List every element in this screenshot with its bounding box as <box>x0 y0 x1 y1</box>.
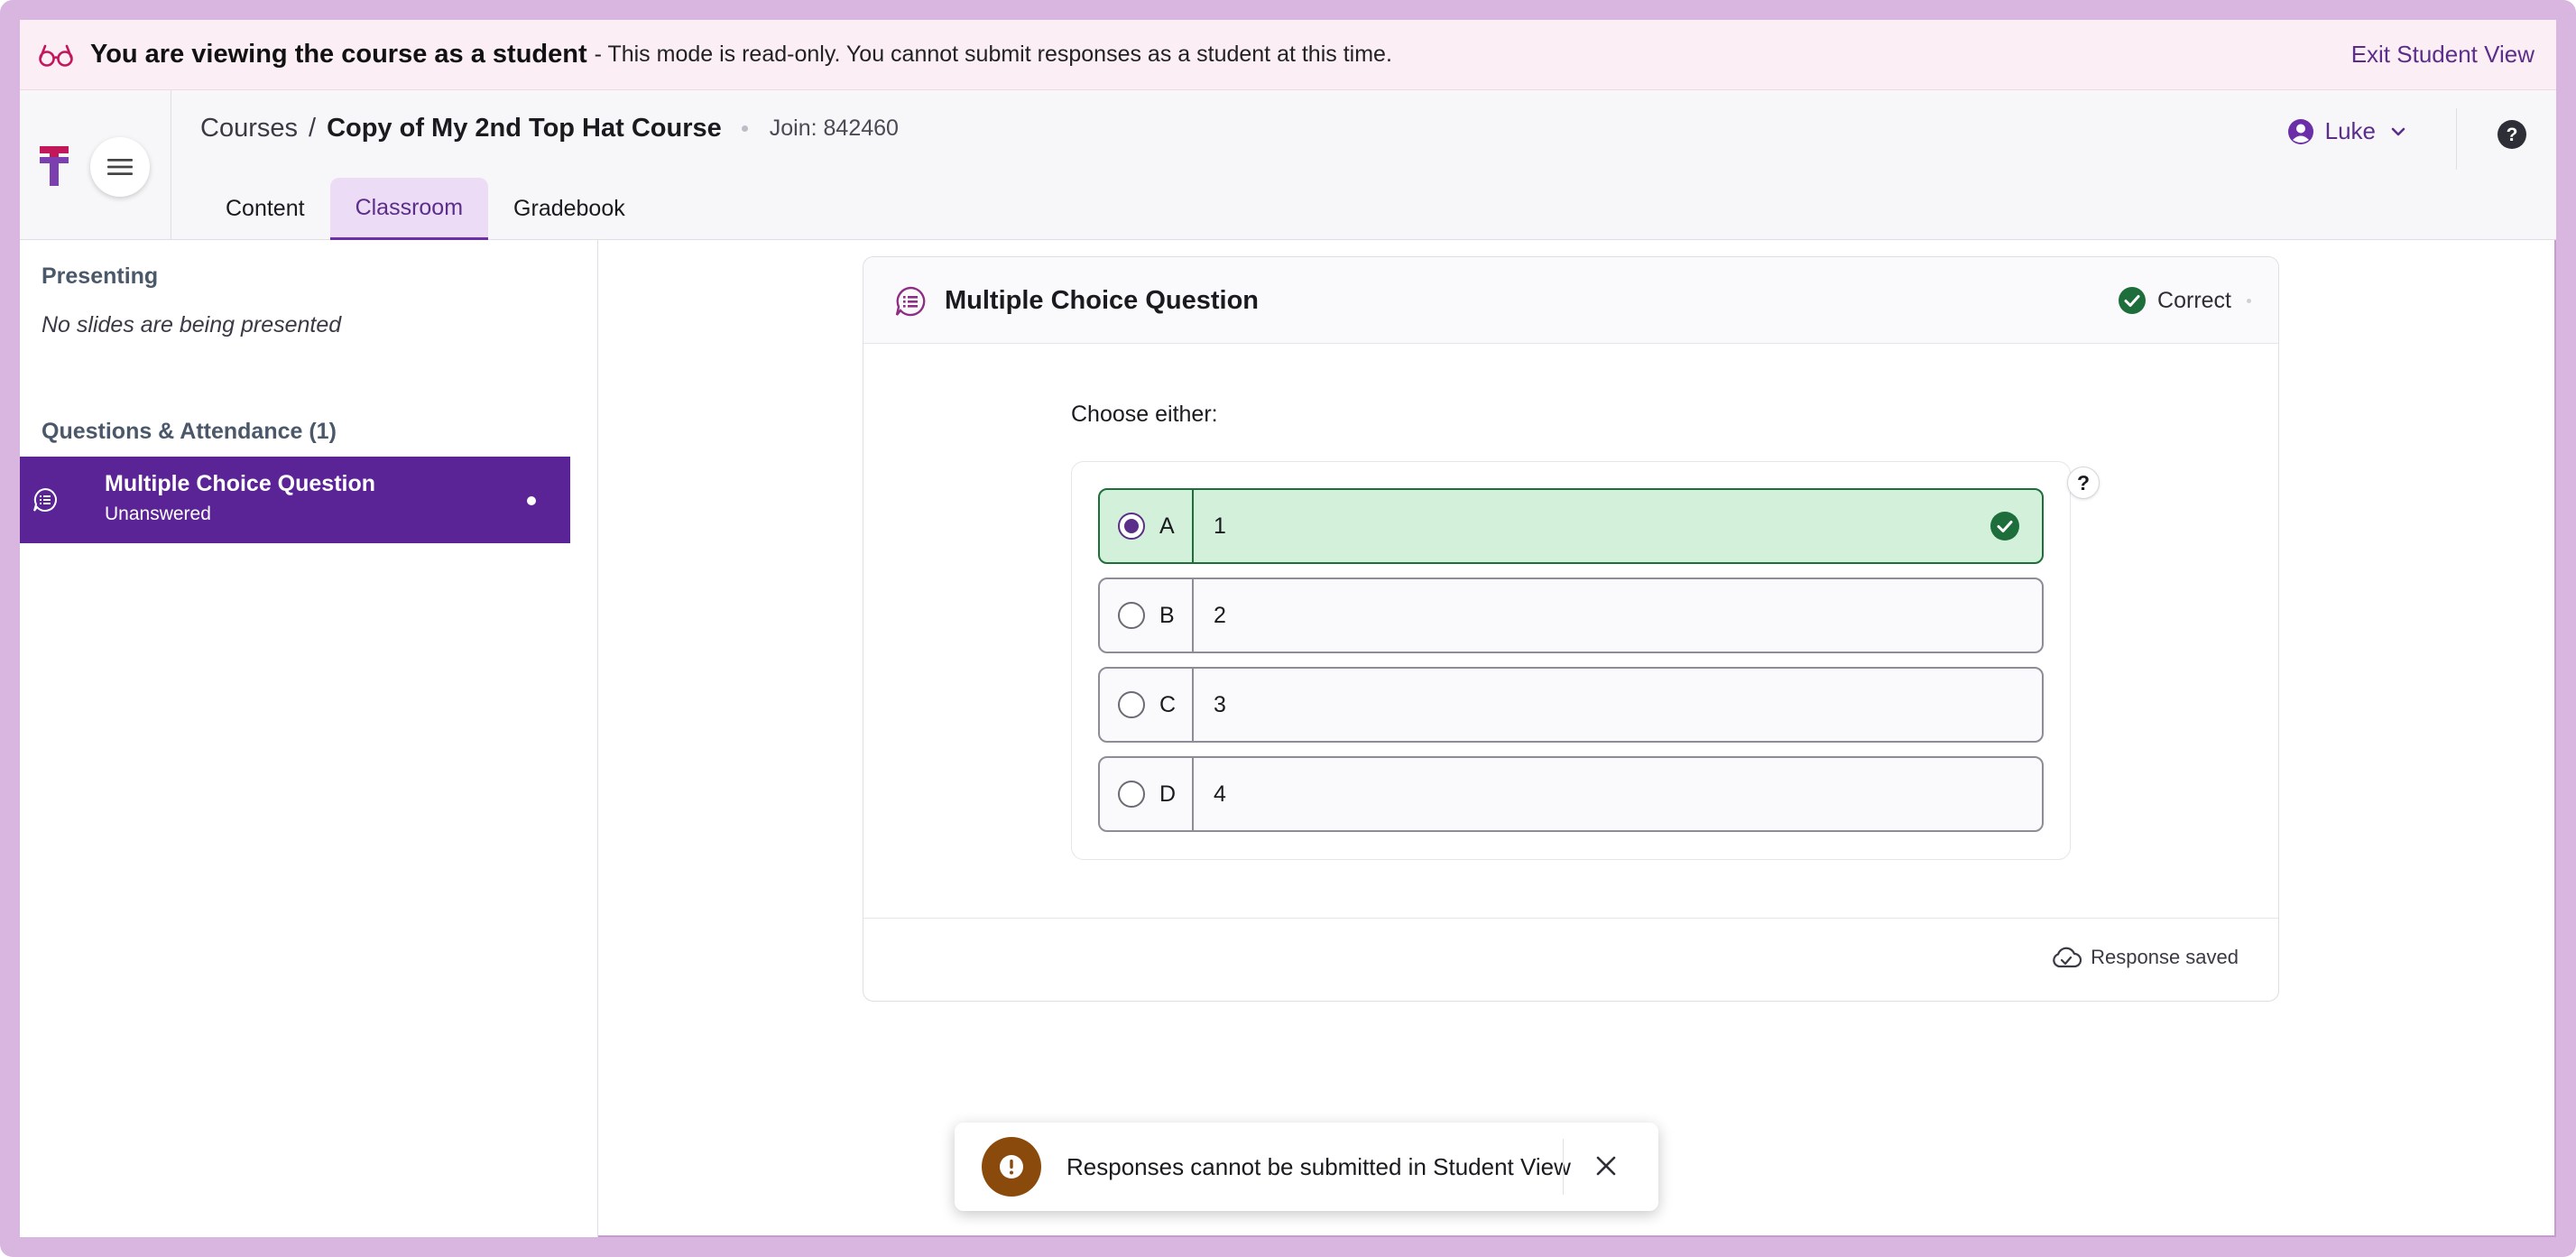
svg-text:?: ? <box>2507 125 2518 145</box>
radio-unselected[interactable] <box>1118 691 1145 718</box>
user-avatar-icon <box>2287 118 2313 144</box>
classroom-sidebar: Presenting No slides are being presented… <box>20 240 598 1237</box>
close-icon <box>1596 1156 1616 1176</box>
radio-unselected[interactable] <box>1118 781 1145 808</box>
answer-letter: A <box>1159 513 1175 539</box>
breadcrumb-separator: / <box>309 114 317 143</box>
presenting-heading: Presenting <box>42 263 159 289</box>
answer-option-lead: C <box>1100 669 1194 741</box>
answer-option-c[interactable]: C 3 <box>1098 667 2044 743</box>
tab-content-label: Content <box>226 196 305 221</box>
tab-classroom-label: Classroom <box>355 194 464 220</box>
course-header: Courses / Copy of My 2nd Top Hat Course … <box>20 90 2556 240</box>
sidebar-item-title: Multiple Choice Question <box>105 471 376 496</box>
answer-letter: D <box>1159 781 1177 807</box>
exclamation-icon <box>1000 1155 1023 1178</box>
unanswered-dot <box>527 496 536 505</box>
warning-icon <box>982 1137 1041 1197</box>
question-prompt: Choose either: <box>1071 402 1218 427</box>
breadcrumb-dot <box>741 125 748 132</box>
logo-column <box>20 90 171 240</box>
radio-selected[interactable] <box>1118 513 1145 540</box>
question-card: Multiple Choice Question Correct Choose … <box>863 256 2279 1002</box>
toast-message: Responses cannot be submitted in Student… <box>1066 1152 1571 1180</box>
main-menu-button[interactable] <box>90 137 150 197</box>
result-status: Correct <box>2118 286 2231 315</box>
course-tabs: Content Classroom Gradebook <box>200 178 651 240</box>
question-help-button[interactable]: ? <box>2067 467 2100 499</box>
breadcrumb-courses-link[interactable]: Courses <box>200 114 298 143</box>
tab-content[interactable]: Content <box>200 178 330 240</box>
question-card-header: Multiple Choice Question Correct <box>863 257 2278 344</box>
tab-classroom[interactable]: Classroom <box>329 178 489 240</box>
radio-unselected[interactable] <box>1118 602 1145 629</box>
answer-option-lead: A <box>1100 490 1194 562</box>
answer-option-d[interactable]: D 4 <box>1098 756 2044 832</box>
banner-description: - This mode is read-only. You cannot sub… <box>594 42 1392 67</box>
user-name: Luke <box>2324 117 2376 144</box>
answer-letter: B <box>1159 602 1175 628</box>
sidebar-item-status: Unanswered <box>105 504 211 524</box>
answer-option-lead: D <box>1100 758 1194 830</box>
help-icon[interactable]: ? <box>2497 119 2527 150</box>
answer-value: 2 <box>1214 602 1226 628</box>
banner-title: You are viewing the course as a student <box>90 40 587 69</box>
student-view-banner: You are viewing the course as a student … <box>20 20 2556 90</box>
toast-divider <box>1563 1139 1564 1195</box>
question-card-footer: Response saved <box>863 918 2278 1001</box>
join-code: Join: 842460 <box>769 116 899 141</box>
question-bubble-icon <box>33 487 57 512</box>
sidebar-item-multiple-choice-question[interactable]: Multiple Choice Question Unanswered <box>20 457 570 543</box>
question-type-title: Multiple Choice Question <box>945 286 1260 315</box>
check-circle-icon <box>2119 287 2147 314</box>
course-title: Copy of My 2nd Top Hat Course <box>327 114 722 143</box>
hamburger-icon <box>107 159 133 175</box>
answer-letter: C <box>1159 691 1177 717</box>
answer-value: 4 <box>1214 781 1226 807</box>
response-saved-label: Response saved <box>2091 946 2239 968</box>
chevron-down-icon <box>2391 127 2405 135</box>
presenting-empty-text: No slides are being presented <box>42 312 342 337</box>
user-menu-button[interactable]: Luke <box>2287 117 2408 145</box>
response-saved-status: Response saved <box>2051 946 2239 969</box>
questions-heading: Questions & Attendance (1) <box>42 419 337 444</box>
tab-gradebook-label: Gradebook <box>513 196 625 221</box>
glasses-icon <box>39 44 73 67</box>
answer-option-b[interactable]: B 2 <box>1098 578 2044 653</box>
header-dot <box>2247 299 2251 303</box>
cloud-check-icon <box>2053 947 2082 968</box>
app-window: You are viewing the course as a student … <box>0 0 2576 1257</box>
tab-gradebook[interactable]: Gradebook <box>488 178 651 240</box>
correct-check-icon <box>1990 512 2019 541</box>
tophat-logo-icon <box>40 146 69 186</box>
breadcrumb: Courses / Copy of My 2nd Top Hat Course … <box>200 114 899 143</box>
answer-option-a[interactable]: A 1 <box>1098 488 2044 564</box>
answer-value: 3 <box>1214 691 1226 717</box>
exit-student-view-link[interactable]: Exit Student View <box>2351 41 2534 69</box>
result-status-label: Correct <box>2157 287 2231 313</box>
toast-notification: Responses cannot be submitted in Student… <box>955 1123 1658 1211</box>
header-divider <box>2456 108 2457 170</box>
answer-value: 1 <box>1214 513 1226 539</box>
multiple-choice-icon <box>895 286 926 317</box>
answer-option-lead: B <box>1100 579 1194 652</box>
toast-close-button[interactable] <box>1588 1148 1624 1184</box>
